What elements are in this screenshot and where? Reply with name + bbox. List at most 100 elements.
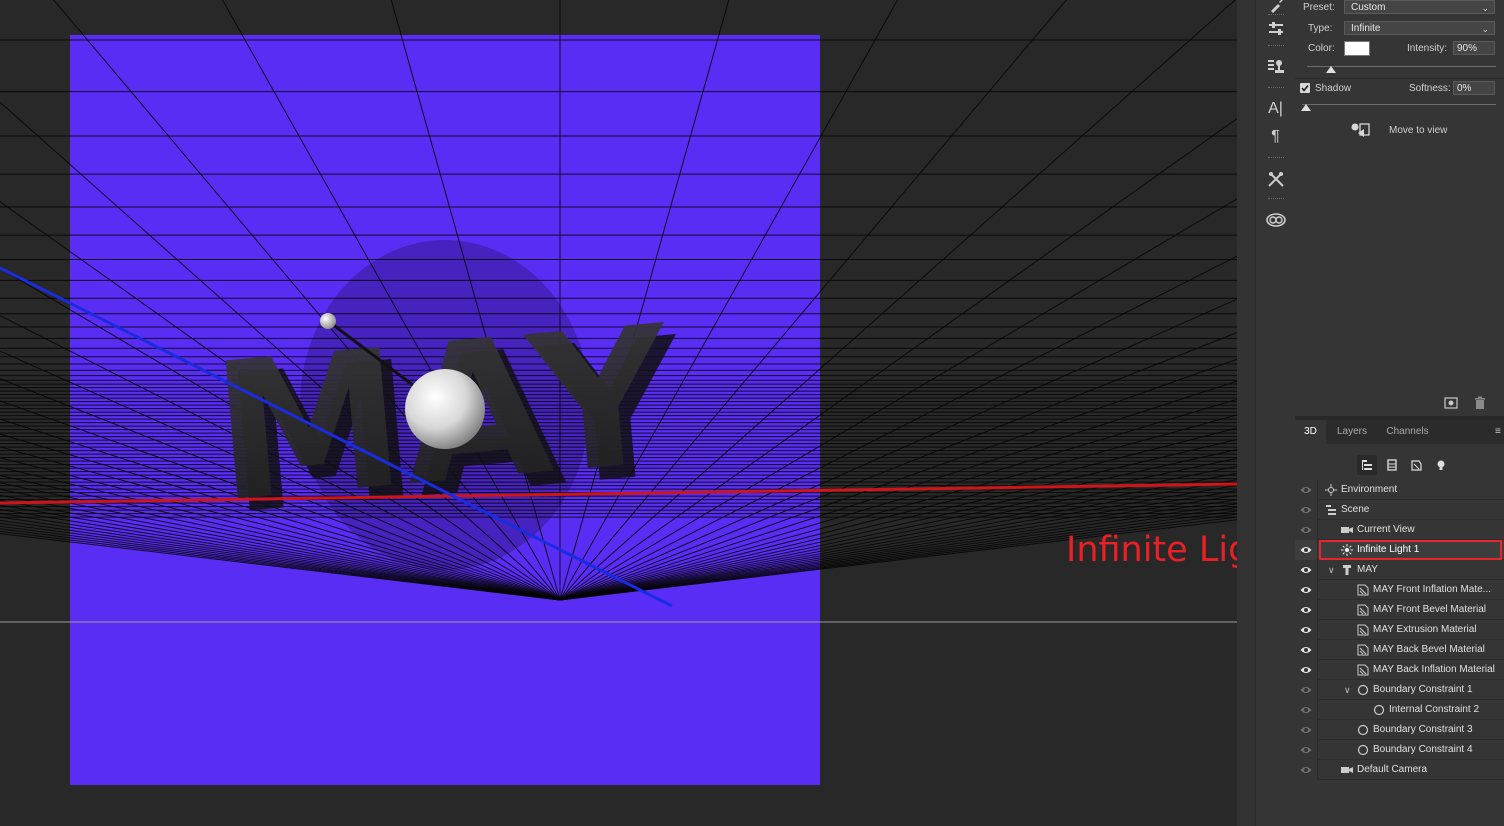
grip-divider	[1268, 157, 1284, 160]
creative-cloud-icon[interactable]	[1256, 208, 1295, 232]
visibility-toggle[interactable]	[1295, 540, 1318, 560]
softness-field[interactable]: 0%	[1453, 81, 1495, 95]
lights-filter-icon[interactable]	[1431, 455, 1451, 475]
type-label: Type:	[1308, 23, 1333, 34]
layer-row[interactable]: Boundary Constraint 3	[1295, 720, 1504, 740]
light-handle-knob[interactable]	[320, 313, 336, 329]
3d-viewport[interactable]: MAY MAY	[0, 0, 1237, 826]
intensity-label: Intensity:	[1407, 43, 1448, 54]
constraint-icon	[1357, 744, 1369, 756]
3d-panel: 3D Layers Channels ≡ Environment Scene Cur…	[1295, 420, 1504, 826]
material-icon	[1357, 624, 1369, 636]
row-divider	[1317, 779, 1504, 780]
eye-icon[interactable]	[1300, 644, 1312, 656]
stamp-icon[interactable]	[1256, 55, 1295, 79]
eye-icon[interactable]	[1300, 584, 1312, 596]
type-dropdown[interactable]: Infinite ⌄	[1344, 21, 1495, 35]
render-icon[interactable]	[1444, 396, 1458, 410]
layer-row[interactable]: Environment	[1295, 480, 1504, 500]
layer-row[interactable]: ∨ Boundary Constraint 1	[1295, 680, 1504, 700]
material-icon	[1357, 604, 1369, 616]
eye-icon[interactable]	[1300, 724, 1312, 736]
visibility-toggle[interactable]	[1295, 580, 1318, 600]
visibility-toggle[interactable]	[1295, 720, 1318, 740]
materials-filter-icon[interactable]	[1406, 455, 1426, 475]
eye-icon[interactable]	[1300, 764, 1312, 776]
section-divider	[1295, 78, 1504, 79]
adjustments-icon[interactable]	[1256, 17, 1295, 41]
character-icon[interactable]: A|	[1256, 97, 1295, 121]
layer-label: MAY Back Inflation Material	[1373, 664, 1495, 675]
layer-row[interactable]: ∨ MAY	[1295, 560, 1504, 580]
preset-dropdown[interactable]: Custom ⌄	[1344, 0, 1495, 14]
visibility-toggle[interactable]	[1295, 680, 1318, 700]
twirl-chevron-icon[interactable]: ∨	[1344, 680, 1351, 700]
visibility-toggle[interactable]	[1295, 760, 1318, 780]
selection-highlight-box	[1319, 540, 1502, 560]
layer-row[interactable]: Default Camera	[1295, 760, 1504, 780]
softness-slider-thumb[interactable]	[1301, 104, 1311, 111]
visibility-toggle[interactable]	[1295, 620, 1318, 640]
layer-row[interactable]: MAY Extrusion Material	[1295, 620, 1504, 640]
layer-row[interactable]: Scene	[1295, 500, 1504, 520]
visibility-toggle[interactable]	[1295, 480, 1318, 500]
properties-panel: Preset: Custom ⌄ Type: Infinite ⌄ Color: I…	[1295, 0, 1504, 416]
visibility-toggle[interactable]	[1295, 500, 1318, 520]
environment-icon	[1325, 484, 1337, 496]
tab-layers[interactable]: Layers	[1329, 420, 1375, 444]
checkmark-icon	[1301, 85, 1309, 92]
tab-3d[interactable]: 3D	[1295, 420, 1326, 444]
paragraph-icon[interactable]: ¶	[1256, 125, 1295, 149]
eye-icon[interactable]	[1300, 744, 1312, 756]
intensity-slider-thumb[interactable]	[1326, 66, 1336, 73]
move-to-view-icon[interactable]	[1350, 122, 1372, 138]
trash-icon[interactable]	[1473, 396, 1487, 410]
softness-slider-track[interactable]	[1302, 104, 1496, 105]
visibility-toggle[interactable]	[1295, 560, 1318, 580]
layer-row[interactable]: MAY Back Bevel Material	[1295, 640, 1504, 660]
shadow-checkbox[interactable]	[1300, 83, 1310, 93]
move-to-view-label[interactable]: Move to view	[1389, 125, 1447, 136]
layer-row[interactable]: MAY Back Inflation Material	[1295, 660, 1504, 680]
camera-icon	[1341, 764, 1353, 776]
tools-icon[interactable]	[1256, 167, 1295, 191]
preset-value: Custom	[1351, 2, 1386, 13]
eye-icon[interactable]	[1300, 604, 1312, 616]
visibility-toggle[interactable]	[1295, 700, 1318, 720]
tab-channels[interactable]: Channels	[1378, 420, 1437, 444]
layer-row[interactable]: MAY Front Bevel Material	[1295, 600, 1504, 620]
infinite-light-widget[interactable]	[405, 369, 485, 449]
layer-label: Default Camera	[1357, 764, 1428, 775]
layer-row[interactable]: Boundary Constraint 4	[1295, 740, 1504, 760]
eye-icon[interactable]	[1300, 484, 1312, 496]
layer-label: Environment	[1341, 484, 1398, 495]
twirl-chevron-icon[interactable]: ∨	[1328, 560, 1335, 580]
layer-label: Boundary Constraint 3	[1373, 724, 1473, 735]
color-swatch[interactable]	[1344, 41, 1370, 56]
type-value: Infinite	[1351, 23, 1381, 34]
visibility-toggle[interactable]	[1295, 600, 1318, 620]
layer-row[interactable]: MAY Front Inflation Mate...	[1295, 580, 1504, 600]
chevron-down-icon: ⌄	[1481, 3, 1489, 13]
intensity-field[interactable]: 90%	[1453, 41, 1495, 55]
eye-icon[interactable]	[1300, 504, 1312, 516]
eye-icon[interactable]	[1300, 704, 1312, 716]
eye-icon[interactable]	[1300, 524, 1312, 536]
visibility-toggle[interactable]	[1295, 660, 1318, 680]
whole-scene-filter-icon[interactable]	[1357, 455, 1377, 475]
panel-menu-icon[interactable]: ≡	[1495, 426, 1503, 437]
eye-icon[interactable]	[1300, 624, 1312, 636]
visibility-toggle[interactable]	[1295, 640, 1318, 660]
3d-scene-canvas[interactable]: MAY MAY	[0, 0, 1237, 826]
layer-row[interactable]: Internal Constraint 2	[1295, 700, 1504, 720]
eye-icon[interactable]	[1300, 684, 1312, 696]
material-icon	[1357, 584, 1369, 596]
eye-icon[interactable]	[1300, 544, 1312, 556]
material-icon	[1357, 644, 1369, 656]
meshes-filter-icon[interactable]	[1382, 455, 1402, 475]
visibility-toggle[interactable]	[1295, 740, 1318, 760]
eye-icon[interactable]	[1300, 564, 1312, 576]
eye-icon[interactable]	[1300, 664, 1312, 676]
visibility-toggle[interactable]	[1295, 520, 1318, 540]
layer-row[interactable]: Current View	[1295, 520, 1504, 540]
